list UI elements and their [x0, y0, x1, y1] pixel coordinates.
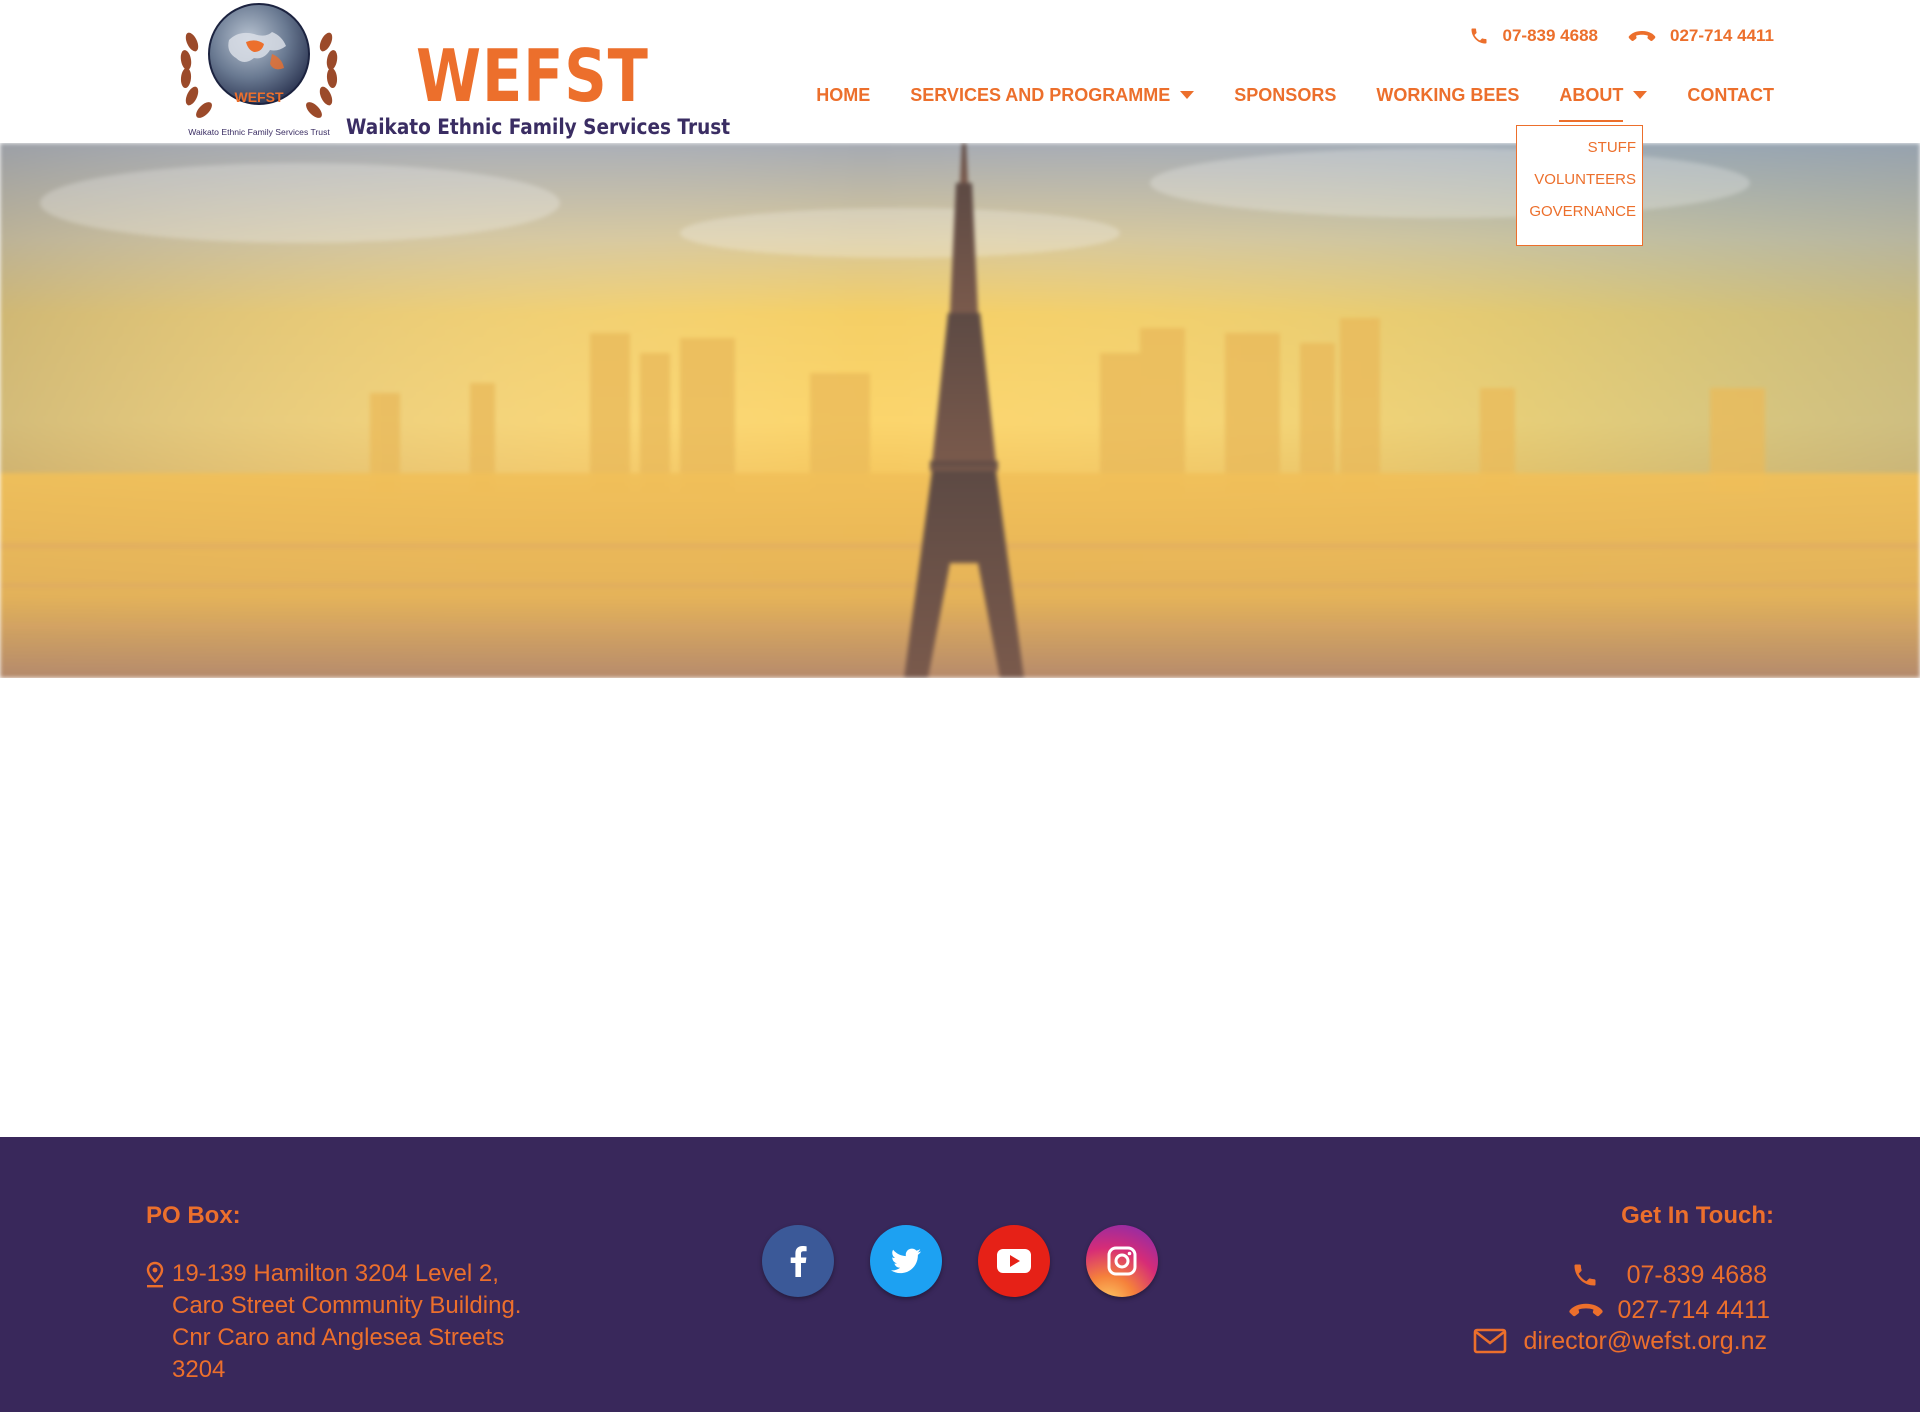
top-mobile[interactable]: 027-714 4411 — [1628, 26, 1774, 46]
phone-icon — [1471, 28, 1487, 44]
twitter-link[interactable] — [870, 1225, 942, 1297]
dropdown-item-governance[interactable]: GOVERNANCE — [1517, 196, 1642, 228]
brand-subtitle: Waikato Ethnic Family Services Trust — [346, 115, 731, 139]
nav-sponsors[interactable]: SPONSORS — [1234, 85, 1336, 106]
footer-email-text: director@wefst.org.nz — [1523, 1326, 1767, 1355]
footer-mobile[interactable]: 027-714 4411 — [1568, 1295, 1770, 1325]
address-text: 19-139 Hamilton 3204 Level 2, Caro Stree… — [172, 1260, 522, 1383]
nav-home[interactable]: HOME — [816, 85, 870, 106]
youtube-link[interactable] — [978, 1225, 1050, 1297]
instagram-icon — [1107, 1246, 1137, 1276]
nav-contact-label: CONTACT — [1687, 84, 1774, 105]
site-header: WEFST Waikato Ethnic Family Services Tru… — [0, 0, 1920, 143]
youtube-icon — [997, 1249, 1031, 1273]
main-nav: HOME SERVICES AND PROGRAMME SPONSORS WOR… — [816, 82, 1774, 122]
phone-handset-icon — [1568, 1303, 1603, 1317]
dropdown-item-stuff[interactable]: STUFF — [1517, 132, 1642, 164]
emblem-text: WEFST — [235, 89, 284, 105]
twitter-icon — [891, 1248, 921, 1274]
get-in-touch-heading: Get In Touch: — [1621, 1202, 1774, 1229]
instagram-link[interactable] — [1086, 1225, 1158, 1297]
nav-about-label: ABOUT — [1559, 84, 1624, 105]
social-links — [762, 1225, 1158, 1297]
footer-email[interactable]: director@wefst.org.nz — [1473, 1325, 1767, 1357]
nav-home-label: HOME — [816, 84, 871, 105]
nav-services[interactable]: SERVICES AND PROGRAMME — [910, 84, 1195, 106]
logo-emblem[interactable]: WEFST Waikato Ethnic Family Services Tru… — [174, 2, 344, 140]
top-contact-bar: 07-839 4688 027-714 4411 — [1469, 24, 1774, 48]
facebook-icon — [790, 1246, 807, 1277]
nav-sponsors-label: SPONSORS — [1234, 84, 1337, 105]
po-box-heading: PO Box: — [146, 1202, 241, 1229]
nav-working-bees-label: WORKING BEES — [1376, 84, 1520, 105]
top-phone-text: 07-839 4688 — [1502, 26, 1598, 45]
about-dropdown: STUFF VOLUNTEERS GOVERNANCE — [1516, 125, 1643, 246]
brand-title[interactable]: WEFST — [416, 36, 649, 116]
contact-list: 07-839 4688 027-714 4411 director@wefst.… — [1473, 1259, 1770, 1357]
nav-contact[interactable]: CONTACT — [1687, 85, 1774, 106]
emblem-caption: Waikato Ethnic Family Services Trust — [188, 127, 330, 137]
nav-services-label: SERVICES AND PROGRAMME — [910, 84, 1171, 105]
footer-mobile-text: 027-714 4411 — [1617, 1295, 1770, 1324]
phone-handset-icon — [1628, 31, 1656, 41]
top-mobile-text: 027-714 4411 — [1670, 26, 1774, 45]
nav-about[interactable]: ABOUT — [1559, 84, 1648, 122]
location-pin-icon — [146, 1261, 164, 1288]
footer-phone[interactable]: 07-839 4688 — [1571, 1259, 1767, 1291]
phone-icon — [1574, 1264, 1596, 1286]
site-footer: PO Box: 19-139 Hamilton 3204 Level 2, Ca… — [0, 1137, 1920, 1412]
dropdown-item-volunteers[interactable]: VOLUNTEERS — [1517, 164, 1642, 196]
caret-down-icon — [1180, 91, 1195, 99]
mail-icon — [1474, 1328, 1507, 1354]
footer-phone-text: 07-839 4688 — [1626, 1260, 1767, 1289]
address-block: 19-139 Hamilton 3204 Level 2, Caro Stree… — [146, 1258, 552, 1386]
nav-working-bees[interactable]: WORKING BEES — [1376, 85, 1519, 106]
top-phone[interactable]: 07-839 4688 — [1469, 26, 1598, 46]
caret-down-icon — [1633, 91, 1648, 99]
facebook-link[interactable] — [762, 1225, 834, 1297]
